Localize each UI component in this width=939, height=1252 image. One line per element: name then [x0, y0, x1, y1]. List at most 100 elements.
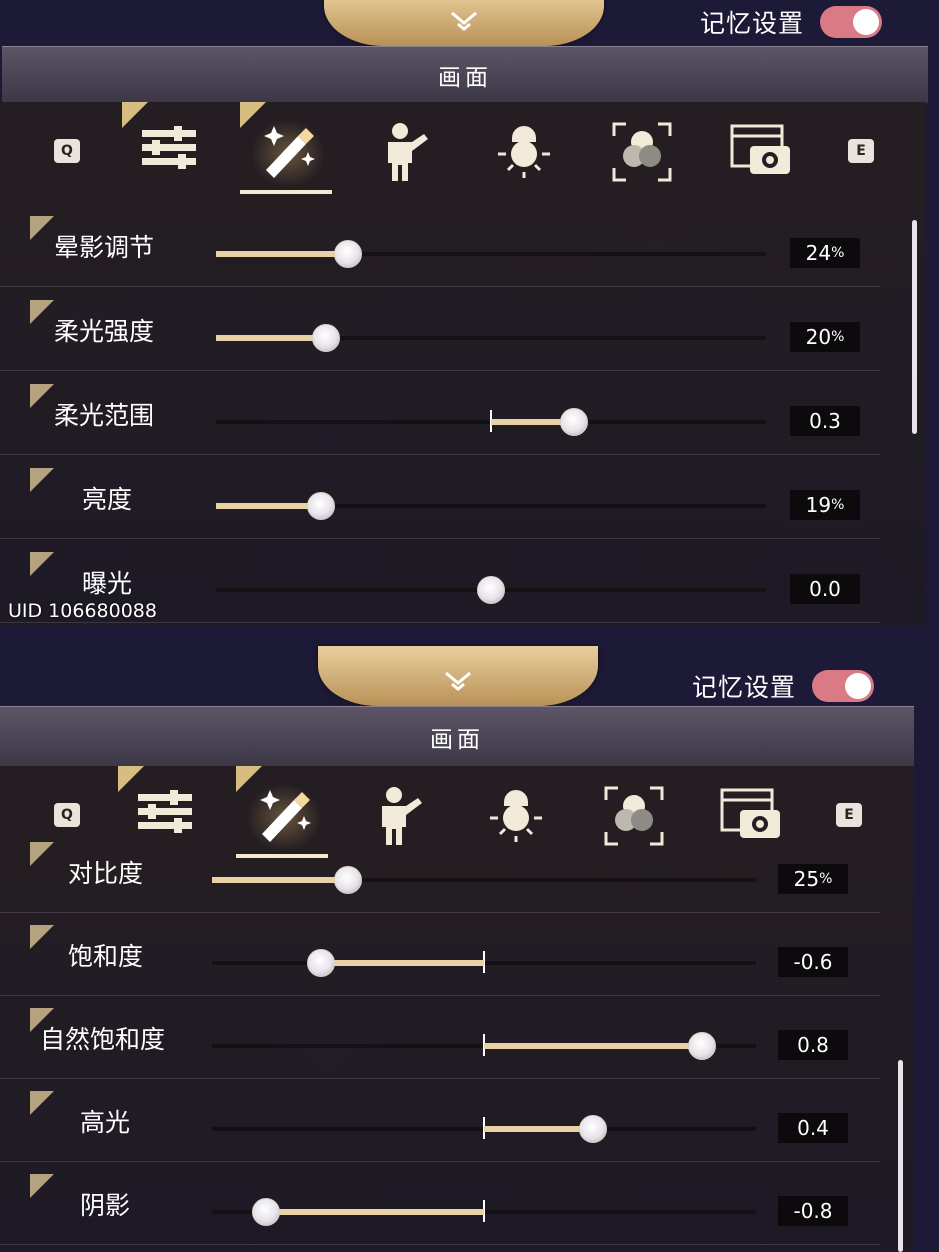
toggle-knob: [845, 673, 872, 699]
memory-settings: 记忆设置: [700, 4, 883, 40]
slider-fill: [484, 1126, 593, 1132]
memory-settings-toggle[interactable]: [820, 6, 883, 38]
value-display: 24%: [790, 238, 860, 268]
lightbulb-icon: [498, 126, 550, 178]
value-unit: %: [831, 497, 845, 513]
slider-handle[interactable]: [306, 949, 335, 977]
value-display: 19%: [790, 490, 860, 520]
tab-character[interactable]: [358, 102, 454, 196]
title-bar: 画面: [2, 46, 928, 103]
collapse-tab[interactable]: [318, 646, 598, 706]
scrollbar[interactable]: [898, 1060, 903, 1252]
row-corner-marker: [30, 384, 54, 408]
slider-track[interactable]: [216, 408, 766, 436]
collapse-tab[interactable]: [324, 0, 604, 46]
setting-row: 自然饱和度 0.8: [0, 996, 880, 1079]
slider-handle[interactable]: [334, 866, 362, 894]
slider-handle[interactable]: [477, 576, 505, 604]
slider-track[interactable]: [212, 1198, 756, 1226]
value-number: 0.8: [797, 1033, 829, 1057]
value-display: -0.8: [778, 1196, 848, 1226]
settings-list: 晕影调节 24% 柔光强度 20% 柔光范围 0.3 亮度 19% 曝光 0.0: [0, 196, 926, 626]
tab-filters[interactable]: [240, 102, 336, 196]
row-corner-marker: [30, 552, 54, 576]
slider-handle[interactable]: [252, 1198, 281, 1226]
slider-handle[interactable]: [578, 1115, 607, 1143]
slider-track[interactable]: [216, 324, 766, 352]
person-icon: [388, 123, 428, 181]
setting-label: 晕影调节: [54, 233, 155, 262]
setting-row: 晕影调节 24%: [0, 204, 880, 287]
setting-label: 亮度: [82, 485, 133, 514]
value-number: 20: [805, 325, 832, 349]
graphics-settings-panel-2: 记忆设置 画面 Q E 对比度 25 % 饱和度 -0.6 自然饱和度 0.8 …: [0, 626, 939, 1252]
prev-tab-key[interactable]: Q: [54, 803, 80, 827]
setting-row: 对比度 25%: [0, 830, 880, 913]
memory-settings-label: 记忆设置: [692, 673, 797, 702]
magic-wand-icon: [264, 126, 315, 178]
setting-row: 饱和度 -0.6: [0, 913, 880, 996]
setting-label: 自然饱和度: [40, 1025, 166, 1054]
sliders-icon: [142, 126, 196, 169]
value-display: 0.3: [790, 406, 860, 436]
slider-track[interactable]: [212, 949, 756, 977]
prev-tab-key[interactable]: Q: [54, 139, 80, 163]
value-display: 0.4: [778, 1113, 848, 1143]
settings-list: 对比度 25% 饱和度 -0.6 自然饱和度 0.8 高光 0.4 阴影 -0.8: [0, 842, 914, 1252]
setting-label: 阴影: [80, 1191, 131, 1220]
slider-fill: [216, 251, 348, 257]
toggle-knob: [853, 9, 880, 35]
slider-fill: [320, 960, 484, 966]
memory-settings-toggle[interactable]: [812, 670, 875, 702]
slider-track[interactable]: [212, 1115, 756, 1143]
chevron-down-icon: [445, 671, 471, 691]
tab-basic[interactable]: [122, 102, 218, 196]
row-corner-marker: [30, 925, 54, 949]
tab-lighting[interactable]: [476, 102, 572, 196]
scrollbar[interactable]: [912, 220, 917, 434]
setting-label: 饱和度: [68, 942, 144, 971]
value-number: -0.6: [793, 950, 833, 974]
value-number: -0.8: [793, 1199, 833, 1223]
value-number: 24: [805, 241, 832, 265]
slider-track[interactable]: [216, 240, 766, 268]
sliders-icon: [138, 790, 192, 833]
setting-row: 亮度 19%: [0, 456, 880, 539]
value-number: 0.4: [797, 1116, 829, 1140]
next-tab-key[interactable]: E: [848, 139, 874, 163]
slider-track[interactable]: [212, 1032, 756, 1060]
slider-fill: [266, 1209, 484, 1215]
slider-handle[interactable]: [687, 1032, 716, 1060]
slider-handle[interactable]: [306, 492, 335, 520]
slider-fill: [216, 503, 321, 509]
slider-handle[interactable]: [559, 408, 588, 436]
memory-settings-label: 记忆设置: [700, 9, 805, 38]
value-display: 20%: [790, 322, 860, 352]
value-display: -0.6: [778, 947, 848, 977]
slider-fill: [484, 1043, 702, 1049]
memory-settings: 记忆设置: [692, 668, 875, 704]
setting-label: 高光: [80, 1108, 131, 1137]
active-tab-underline: [240, 190, 332, 194]
graphics-settings-panel-1: 记忆设置 画面 Q E 晕影调节 24 % 柔光强度 20 % 柔光范围 0.3…: [0, 0, 939, 626]
next-tab-key[interactable]: E: [836, 803, 862, 827]
value-unit: %: [819, 871, 833, 887]
color-circles-icon: [612, 122, 672, 182]
camera-icon: [730, 124, 790, 174]
value-number: 0.3: [809, 409, 841, 433]
slider-track[interactable]: [216, 576, 766, 604]
slider-handle[interactable]: [334, 240, 362, 268]
value-display: 25%: [778, 864, 848, 894]
slider-track[interactable]: [212, 866, 756, 894]
slider-handle[interactable]: [312, 324, 340, 352]
value-number: 19: [805, 493, 832, 517]
setting-label: 柔光强度: [54, 317, 155, 346]
slider-fill: [212, 877, 348, 883]
title-bar: 画面: [0, 706, 914, 767]
tab-photo[interactable]: [712, 102, 808, 196]
tab-color[interactable]: [594, 102, 690, 196]
setting-label: 曝光: [82, 569, 133, 598]
page-title: 画面: [438, 65, 492, 91]
slider-track[interactable]: [216, 492, 766, 520]
row-corner-marker: [30, 1091, 54, 1115]
